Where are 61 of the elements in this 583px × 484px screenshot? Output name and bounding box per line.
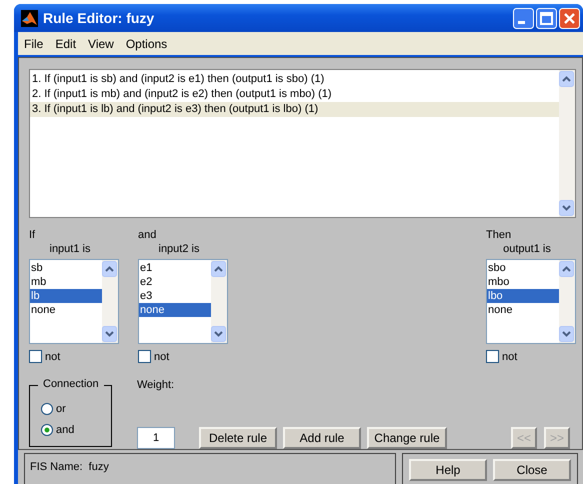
scrollbar[interactable]: [102, 260, 118, 343]
list-item[interactable]: e1: [139, 261, 211, 275]
checkbox-label: not: [45, 350, 60, 362]
radio-label: and: [56, 424, 74, 436]
not-checkbox[interactable]: [486, 350, 499, 363]
menu-item[interactable]: File: [18, 36, 50, 50]
column-heading: and: [138, 228, 158, 242]
list-item[interactable]: none: [30, 303, 102, 317]
logo-icon: [21, 10, 38, 26]
list-item[interactable]: sb: [30, 261, 102, 275]
scroll-up-icon[interactable]: [211, 261, 226, 277]
scroll-up-icon[interactable]: [102, 261, 117, 277]
fis-name-text: FIS Name: fuzy: [24, 453, 396, 484]
close-icon[interactable]: [559, 8, 580, 28]
scroll-down-icon[interactable]: [102, 326, 117, 342]
list-item[interactable]: sbo: [487, 261, 559, 275]
close-button[interactable]: Close: [493, 459, 571, 481]
list-item[interactable]: lbo: [487, 289, 559, 303]
scrollbar[interactable]: [559, 70, 575, 217]
list-item[interactable]: none: [139, 303, 211, 317]
column-heading: Then: [486, 228, 512, 242]
weight-label: Weight:: [137, 379, 176, 391]
radio-label: or: [56, 402, 66, 414]
rule-item[interactable]: 3. If (input1 is lb) and (input2 is e3) then (output1 is lbo) (1): [30, 102, 559, 117]
minimize-icon[interactable]: [513, 8, 534, 28]
rule-item[interactable]: 1. If (input1 is sb) and (input2 is e1) then (output1 is sbo) (1): [30, 72, 559, 87]
menu-item[interactable]: Options: [120, 36, 174, 50]
help-button[interactable]: Help: [409, 459, 487, 481]
scroll-up-icon[interactable]: [559, 261, 574, 277]
checkbox-label: not: [502, 350, 518, 362]
maximize-icon[interactable]: [536, 8, 557, 28]
window-title: Rule Editor: fuzy: [43, 10, 156, 26]
scrollbar[interactable]: [211, 260, 227, 343]
checkbox-label: not: [154, 350, 170, 362]
list-item[interactable]: e2: [139, 275, 211, 289]
not-checkbox[interactable]: [29, 350, 42, 363]
scroll-down-icon[interactable]: [559, 200, 574, 216]
list-item[interactable]: none: [487, 303, 559, 317]
rule-item[interactable]: 2. If (input1 is mb) and (input2 is e2) then (output1 is mbo) (1): [30, 87, 559, 102]
rule-button[interactable]: Delete rule: [199, 427, 277, 449]
variable-label: input1 is: [48, 242, 92, 257]
group-label: Connection: [38, 378, 104, 390]
radio-button[interactable]: [41, 402, 53, 414]
scrollbar[interactable]: [559, 260, 575, 343]
menu-item[interactable]: Edit: [49, 36, 82, 50]
variable-label: output1 is: [502, 242, 552, 257]
list-item[interactable]: mbo: [487, 275, 559, 289]
list-item[interactable]: mb: [30, 275, 102, 289]
not-checkbox[interactable]: [138, 350, 151, 363]
list-item[interactable]: e3: [139, 289, 211, 303]
scroll-down-icon[interactable]: [559, 326, 574, 342]
variable-label: input2 is: [158, 242, 200, 257]
scroll-down-icon[interactable]: [211, 326, 226, 342]
scroll-up-icon[interactable]: [559, 71, 574, 87]
column-heading: If: [29, 228, 36, 242]
rule-button[interactable]: Change rule: [367, 427, 447, 449]
radio-button[interactable]: [41, 424, 53, 436]
rule-button[interactable]: Add rule: [283, 427, 361, 449]
list-item[interactable]: lb: [30, 289, 102, 303]
menu-item[interactable]: View: [82, 36, 120, 50]
weight-field[interactable]: 1: [137, 427, 175, 449]
